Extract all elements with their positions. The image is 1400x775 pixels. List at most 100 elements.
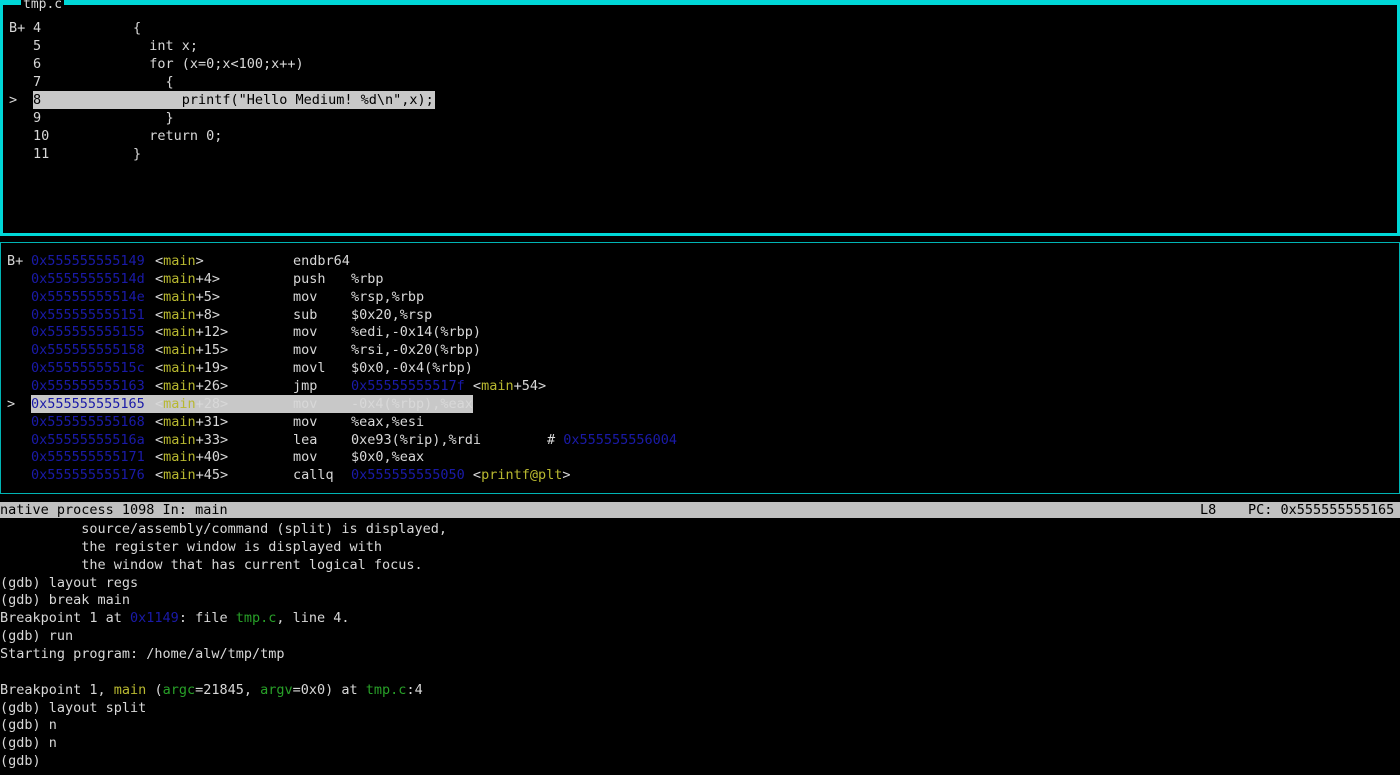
source-line[interactable]: 6 for (x=0;x<100;x++) <box>7 55 1387 73</box>
source-line[interactable]: 5 int x; <box>7 37 1387 55</box>
asm-operands: %rbp <box>351 270 384 288</box>
source-code: } <box>133 146 142 162</box>
asm-comment-prefix: # <box>547 431 564 448</box>
asm-line[interactable]: B+ 0x555555555149 <main> endbr64 <box>5 252 1395 270</box>
command-text-segment: : file <box>178 610 236 627</box>
command-text-segment: tmp.c <box>365 681 407 698</box>
source-line[interactable]: 11} <box>7 145 1387 163</box>
asm-function-name: main <box>163 324 196 341</box>
command-text-segment: :4 <box>406 681 423 698</box>
asm-offset: +45 <box>195 467 221 484</box>
asm-operand-text: %rsi,-0x20(%rbp) <box>351 342 482 359</box>
source-line[interactable]: B+ 4 { <box>7 19 1387 37</box>
asm-symbol: <main+40> <box>155 449 229 466</box>
asm-function-name: main <box>163 306 196 323</box>
asm-line[interactable]: 0x55555555514d <main+4> push %rbp <box>5 270 1395 288</box>
asm-mnemonic: mov <box>293 413 318 430</box>
asm-symbol: <main> <box>155 253 204 269</box>
asm-line[interactable]: 0x55555555515c <main+19> movl $0x0,-0x4(%rb… <box>5 359 1395 377</box>
asm-symbol: <main+45> <box>155 467 229 484</box>
source-code: { <box>133 74 174 90</box>
command-line: (gdb) n <box>0 734 57 752</box>
asm-operand-text: $0x20,%rsp <box>351 306 433 323</box>
asm-offset: +26 <box>195 377 221 394</box>
command-text-segment: (gdb) n <box>0 735 57 752</box>
command-text-segment: (gdb) n <box>0 717 57 734</box>
asm-address: 0x555555555168 <box>31 413 145 430</box>
asm-line[interactable]: 0x55555555514e <main+5> mov %rsp,%rbp <box>5 288 1395 306</box>
asm-mnemonic: callq <box>293 467 334 484</box>
source-line[interactable]: 9 } <box>7 109 1387 127</box>
source-window-title: tmp.c <box>21 0 65 12</box>
asm-operands: $0x0,-0x4(%rbp) <box>351 359 473 377</box>
command-text-segment: Breakpoint 1, <box>0 681 114 698</box>
command-text-segment: =0x0) at <box>292 681 366 698</box>
command-text-segment: the window that has current logical focu… <box>0 556 423 573</box>
asm-symbol: <main+5> <box>155 288 221 305</box>
asm-offset: +28 <box>195 395 221 412</box>
command-line: Breakpoint 1 at 0x1149: file tmp.c, line… <box>0 609 350 627</box>
asm-mnemonic: movl <box>293 360 326 377</box>
asm-function-name: main <box>163 342 196 359</box>
asm-line[interactable]: 0x555555555163 <main+26> jmp 0x55555555517f… <box>5 377 1395 395</box>
command-window[interactable]: source/assembly/command (split) is displ… <box>0 519 1400 775</box>
asm-line[interactable]: >0x555555555165 <main+28> mov -0x4(%rbp),%e… <box>5 394 1395 413</box>
status-process: native process 1098 In: main <box>0 502 228 518</box>
source-line-number: 8 <box>33 92 42 108</box>
source-line-number: 10 <box>33 128 50 144</box>
source-code: } <box>133 110 174 126</box>
asm-line[interactable]: 0x555555555158 <main+15> mov %rsi,-0x20(%rb… <box>5 341 1395 359</box>
asm-address: 0x555555555171 <box>31 449 145 466</box>
command-line: (gdb) layout regs <box>0 574 138 592</box>
asm-offset: +31 <box>195 413 221 430</box>
asm-symbol: <main+12> <box>155 324 229 341</box>
asm-mnemonic: sub <box>293 306 318 323</box>
status-line-number: L8 <box>1200 502 1217 518</box>
asm-offset: +5 <box>195 288 212 305</box>
asm-line[interactable]: 0x555555555171 <main+40> mov $0x0,%eax <box>5 448 1395 466</box>
asm-operands: 0x555555555050 <printf@plt> <box>351 467 571 484</box>
asm-jump-offset: +54 <box>513 377 538 394</box>
asm-line[interactable]: 0x555555555155 <main+12> mov %edi,-0x14(%rb… <box>5 323 1395 341</box>
asm-function-name: main <box>163 431 196 448</box>
asm-gutter-marker: > <box>7 395 16 412</box>
asm-operands: %rsi,-0x20(%rbp) <box>351 341 481 359</box>
source-code: printf("Hello Medium! %d\n",x); <box>133 92 434 108</box>
asm-mnemonic: endbr64 <box>293 253 350 269</box>
asm-symbol: <main+28> <box>155 395 229 412</box>
asm-function-name: main <box>163 449 196 466</box>
asm-comment: # 0x555555556004 <box>547 431 677 449</box>
asm-jump-target: 0x55555555517f <box>351 377 465 394</box>
asm-mnemonic: mov <box>293 342 318 359</box>
asm-line[interactable]: 0x555555555176 <main+45> callq 0x5555555550… <box>5 466 1395 484</box>
status-bar: native process 1098 In: main L8 PC: 0x55… <box>0 502 1400 518</box>
status-program-counter: PC: 0x555555555165 <box>1248 502 1395 518</box>
command-line: the register window is displayed with <box>0 538 382 556</box>
asm-line[interactable]: 0x555555555168 <main+31> mov %eax,%esi <box>5 413 1395 431</box>
asm-line[interactable]: 0x55555555516a <main+33> lea 0xe93(%rip),%r… <box>5 431 1395 449</box>
assembly-window[interactable]: B+ 0x555555555149 <main> endbr64 0x555555555… <box>0 242 1400 494</box>
asm-operands: -0x4(%rbp),%eax <box>351 395 473 413</box>
source-line-number: 7 <box>33 74 42 90</box>
asm-address: 0x55555555516a <box>31 431 145 448</box>
command-text-segment: (gdb) <box>0 753 49 770</box>
command-line: Starting program: /home/alw/tmp/tmp <box>0 645 284 663</box>
command-text-segment: (gdb) layout regs <box>0 574 139 591</box>
command-text-segment: Starting program: /home/alw/tmp/tmp <box>0 645 285 662</box>
asm-comment-address: 0x555555556004 <box>563 431 678 448</box>
source-line-number: 11 <box>33 146 50 162</box>
asm-offset: +12 <box>195 324 221 341</box>
asm-offset: +15 <box>195 342 221 359</box>
asm-operands: 0xe93(%rip),%rdi <box>351 431 481 449</box>
command-text-segment: tmp.c <box>235 610 277 627</box>
asm-address: 0x55555555514e <box>31 288 145 305</box>
command-line: Breakpoint 1, main (argc=21845, argv=0x0… <box>0 681 423 699</box>
source-line[interactable]: 10 return 0; <box>7 127 1387 145</box>
source-window[interactable]: tmp.c B+ 4{5 int x; 6 for (x=0;x<100;x++) 7… <box>0 0 1400 236</box>
asm-address: 0x555555555158 <box>31 342 145 359</box>
command-text-segment: argc <box>162 681 196 698</box>
source-line[interactable]: >8 printf("Hello Medium! %d\n",x); <box>7 91 1387 109</box>
asm-line[interactable]: 0x555555555151 <main+8> sub $0x20,%rsp <box>5 306 1395 324</box>
command-text-segment: (gdb) run <box>0 628 74 645</box>
source-line[interactable]: 7 { <box>7 73 1387 91</box>
